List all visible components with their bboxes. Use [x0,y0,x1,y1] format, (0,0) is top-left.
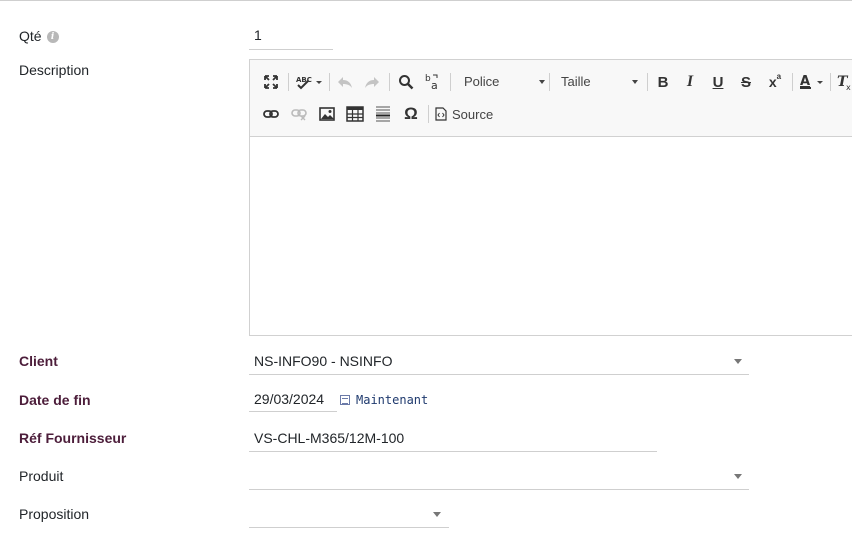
undo-icon[interactable] [334,70,356,94]
svg-text:a: a [431,79,438,91]
info-icon[interactable]: i [46,31,59,44]
horizontal-rule-icon[interactable] [372,102,394,126]
end-date-label: Date de fin [19,392,91,408]
toolbar-separator [329,73,330,91]
chevron-down-icon [734,359,742,364]
chevron-down-icon [433,512,441,517]
chevron-down-icon [734,474,742,479]
toolbar-separator [830,73,831,91]
image-icon[interactable] [316,102,338,126]
toolbar-separator [288,73,289,91]
italic-icon[interactable]: I [679,70,701,94]
proposal-select[interactable] [249,502,449,528]
description-label: Description [19,62,90,78]
qty-input[interactable]: 1 [249,26,333,50]
toolbar-separator [792,73,793,91]
link-icon[interactable] [260,102,282,126]
supplier-ref-label: Réf Fournisseur [19,430,127,446]
supplier-ref-input[interactable]: VS-CHL-M365/12M-100 [249,426,657,452]
product-label: Produit [19,468,64,484]
editor-toolbar: ABC ba Police Taille B I U S xa A T x Ω … [250,60,852,137]
end-date-input[interactable]: 29/03/2024 [249,387,337,412]
top-divider [0,0,852,1]
qty-label: Qté i [19,28,59,44]
strike-icon[interactable]: S [735,70,757,94]
toolbar-separator [549,73,550,91]
bold-icon[interactable]: B [652,70,674,94]
spellcheck-icon[interactable]: ABC [294,70,324,94]
proposal-label: Proposition [19,506,90,522]
description-editor: ABC ba Police Taille B I U S xa A T x Ω … [249,59,852,336]
source-button[interactable]: Source [435,102,499,126]
remove-format-icon[interactable]: Tx [834,70,852,94]
chevron-down-icon [539,80,545,84]
toolbar-separator [389,73,390,91]
client-select[interactable]: NS-INFO90 - NSINFO [249,349,749,375]
svg-text:x: x [846,83,851,91]
superscript-icon[interactable]: xa [763,70,787,94]
special-char-icon[interactable]: Ω [400,102,422,126]
maximize-icon[interactable] [260,70,282,94]
redo-icon[interactable] [361,70,383,94]
table-icon[interactable] [344,102,366,126]
now-link[interactable]: Maintenant [340,393,428,407]
toolbar-separator [647,73,648,91]
chevron-down-icon [632,80,638,84]
client-label: Client [19,353,58,369]
font-combo[interactable]: Police [457,70,547,94]
unlink-icon[interactable] [288,102,310,126]
replace-icon[interactable]: ba [422,70,444,94]
underline-icon[interactable]: U [707,70,729,94]
editor-content-area[interactable] [250,137,852,335]
svg-text:A: A [800,74,810,89]
svg-text:ABC: ABC [296,76,312,84]
size-combo[interactable]: Taille [554,70,642,94]
calendar-icon [340,395,350,405]
find-icon[interactable] [395,70,417,94]
product-select[interactable] [249,464,749,490]
source-icon [435,107,447,121]
text-color-icon[interactable]: A [797,70,827,94]
toolbar-separator [450,73,451,91]
toolbar-separator [428,105,429,123]
